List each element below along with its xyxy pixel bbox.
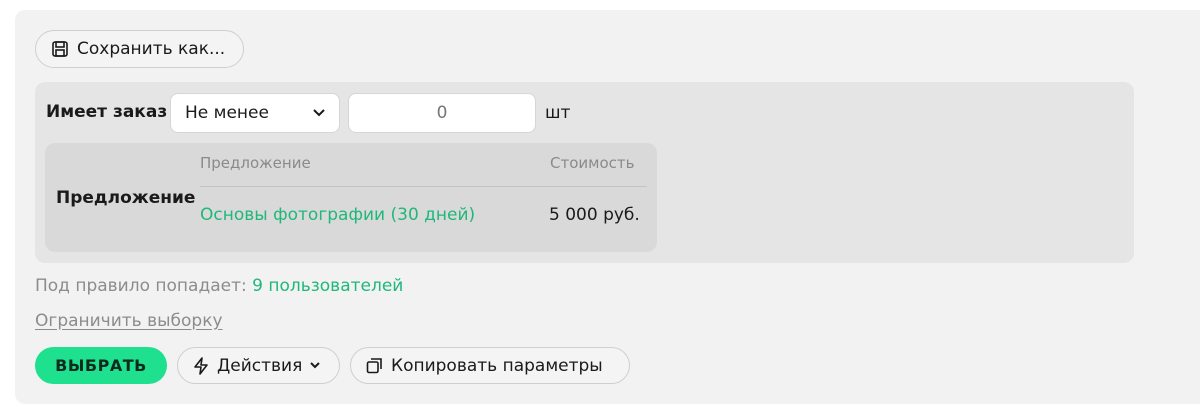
offer-divider xyxy=(200,186,647,187)
offer-price: 5 000 руб. xyxy=(549,205,640,225)
chevron-down-icon xyxy=(310,362,321,369)
select-button[interactable]: ВЫБРАТЬ xyxy=(35,347,167,384)
save-as-button[interactable]: Сохранить как... xyxy=(35,30,244,68)
limit-selection-link[interactable]: Ограничить выборку xyxy=(35,311,223,331)
save-icon xyxy=(51,40,69,58)
matching-users-link[interactable]: 9 пользователей xyxy=(252,276,403,296)
matching-users-stat: Под правило попадает: 9 пользователей xyxy=(35,276,403,296)
rule-label: Имеет заказ xyxy=(46,102,168,122)
save-as-label: Сохранить как... xyxy=(77,39,226,59)
comparator-value: Не менее xyxy=(185,103,269,123)
copy-icon xyxy=(366,357,383,374)
offer-label: Предложение xyxy=(56,188,196,208)
copy-params-button[interactable]: Копировать параметры xyxy=(350,347,630,384)
lightning-icon xyxy=(193,356,209,375)
quantity-input[interactable] xyxy=(348,93,536,133)
column-header-price: Стоимость xyxy=(550,154,635,172)
chevron-down-icon xyxy=(313,109,325,117)
matching-users-prefix: Под правило попадает: xyxy=(35,276,247,296)
comparator-select[interactable]: Не менее xyxy=(170,93,340,133)
quantity-unit: шт xyxy=(545,103,571,123)
offer-name-link[interactable]: Основы фотографии (30 дней) xyxy=(200,205,475,225)
actions-button[interactable]: Действия xyxy=(177,347,340,384)
column-header-offer: Предложение xyxy=(200,154,311,172)
actions-label: Действия xyxy=(217,355,303,376)
copy-params-label: Копировать параметры xyxy=(391,355,603,376)
